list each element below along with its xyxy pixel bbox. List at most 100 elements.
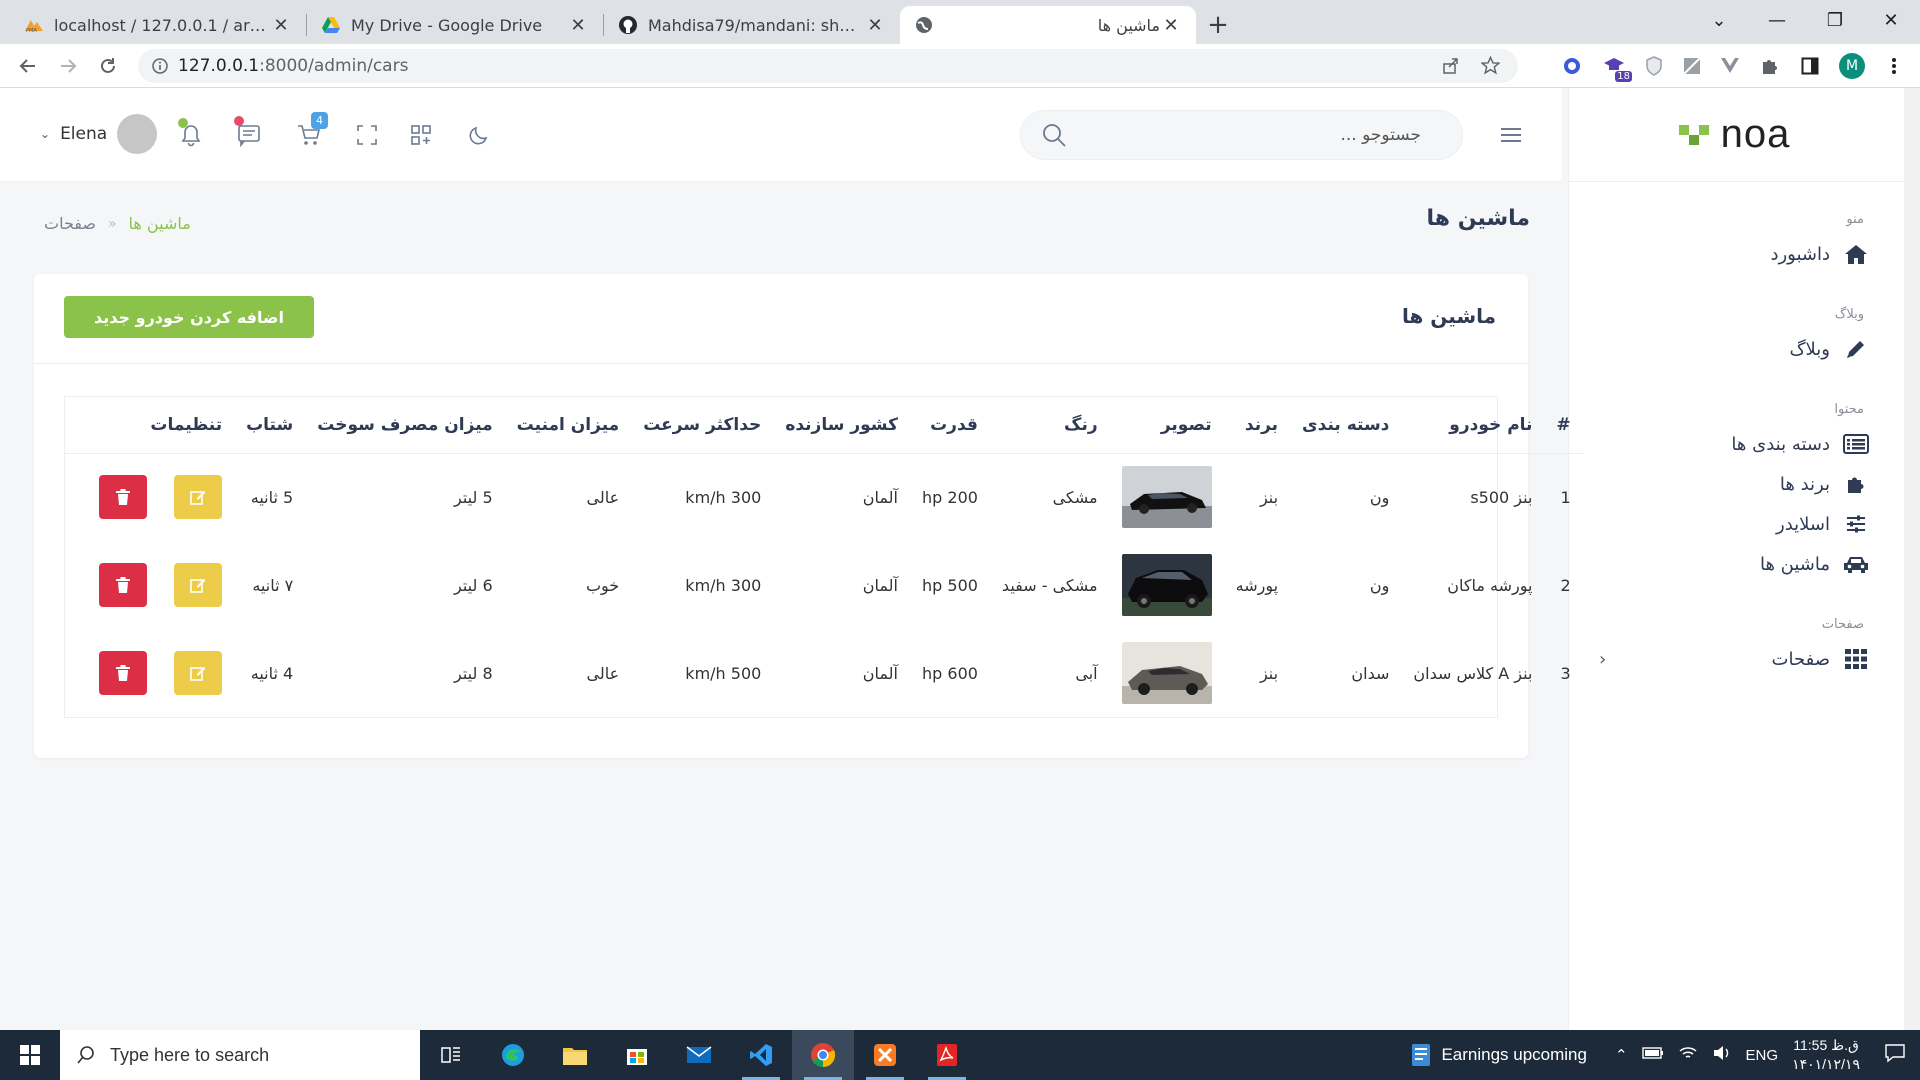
sidebar-item-brands[interactable]: برند ها	[1569, 457, 1904, 497]
notifications-icon[interactable]	[1884, 1043, 1906, 1067]
cell-top-speed: km/h 300	[685, 487, 762, 507]
search-input[interactable]	[1081, 119, 1421, 151]
breadcrumb: ماشین ها « صفحات	[44, 214, 191, 233]
more-menu-icon[interactable]	[1880, 52, 1908, 80]
sidebar-item-label: صفحات	[1771, 648, 1830, 670]
browser-tab[interactable]: PMA localhost / 127.0.0.1 / arvand | ph …	[10, 6, 306, 44]
add-car-button[interactable]: اضافه کردن خودرو جدید	[64, 296, 314, 338]
forward-button[interactable]	[48, 46, 88, 86]
reload-button[interactable]	[88, 46, 128, 86]
browser-tab-active[interactable]: ماشین ها ✕	[900, 6, 1196, 44]
cell-fuel: 8 لیتر	[454, 663, 493, 683]
info-icon[interactable]	[152, 58, 168, 74]
file-explorer-icon[interactable]	[544, 1030, 606, 1080]
edit-button[interactable]	[174, 475, 223, 520]
close-icon[interactable]: ✕	[864, 15, 886, 36]
edge-icon[interactable]	[482, 1030, 544, 1080]
wifi-icon[interactable]	[1678, 1045, 1698, 1065]
windows-start-icon[interactable]	[0, 1030, 60, 1080]
new-tab-button[interactable]: +	[1196, 6, 1240, 44]
close-icon[interactable]: ✕	[270, 15, 292, 36]
moon-icon[interactable]	[462, 118, 496, 152]
cell-color: آبی	[1075, 663, 1098, 683]
battery-icon[interactable]	[1641, 1046, 1664, 1064]
puzzle-icon[interactable]	[1756, 52, 1784, 80]
browser-tab[interactable]: Mahdisa79/mandani: shoping we ✕	[604, 6, 900, 44]
chevron-up-icon[interactable]: ⌃	[1615, 1046, 1628, 1064]
sidebar-item-slider[interactable]: اسلایدر	[1569, 497, 1904, 537]
search-icon	[77, 1046, 94, 1064]
xampp-icon[interactable]	[854, 1030, 916, 1080]
weather-widget[interactable]: Earnings upcoming	[1411, 1043, 1587, 1067]
share-icon[interactable]	[1442, 57, 1460, 80]
minimize-button[interactable]: —	[1748, 0, 1806, 40]
close-icon[interactable]: ✕	[567, 15, 589, 36]
cell-safety: عالی	[586, 663, 620, 683]
edit-button[interactable]	[174, 651, 223, 695]
scrollbar[interactable]	[1904, 88, 1920, 1030]
column-header: کشور سازنده	[773, 397, 910, 454]
browser-toolbar: 127.0.0.1:8000/admin/cars 18 M	[0, 44, 1920, 88]
column-header: میزان امنیت	[504, 397, 632, 454]
column-header: #	[1544, 397, 1583, 454]
acrobat-icon[interactable]	[916, 1030, 978, 1080]
clock[interactable]: 11:55 ق.ظ ۱۴۰۱/۱۲/۱۹	[1792, 1036, 1860, 1074]
address-bar[interactable]: 127.0.0.1:8000/admin/cars	[138, 49, 1518, 83]
bell-icon[interactable]	[174, 118, 208, 152]
delete-button[interactable]	[99, 651, 147, 695]
menu-toggle-icon[interactable]	[1494, 120, 1528, 150]
shield-icon[interactable]	[1640, 52, 1668, 80]
cart-icon[interactable]: 4	[292, 112, 328, 152]
delete-button[interactable]	[99, 563, 147, 607]
card-title: ماشین ها	[1401, 304, 1496, 328]
cell-country: آلمان	[862, 575, 898, 595]
sidebar-item-categories[interactable]: دسته بندی ها	[1569, 417, 1904, 457]
profile-avatar[interactable]: M	[1838, 52, 1866, 80]
cell-actions	[65, 453, 234, 541]
trash-icon	[116, 665, 130, 681]
search-icon[interactable]	[1041, 122, 1067, 152]
square-extension-icon[interactable]	[1678, 52, 1706, 80]
edit-button[interactable]	[174, 563, 223, 607]
apps-grid-icon[interactable]	[404, 118, 438, 152]
cell-image	[1110, 453, 1224, 541]
sidebar-item-cars[interactable]: ماشین ها	[1569, 537, 1904, 577]
logo-mark-icon	[1678, 124, 1709, 145]
delete-button[interactable]	[99, 475, 147, 520]
close-window-button[interactable]: ✕	[1862, 0, 1920, 40]
tab-search-button[interactable]: ⌄	[1690, 0, 1748, 40]
chrome-icon[interactable]	[792, 1030, 854, 1080]
maximize-button[interactable]: ❐	[1806, 0, 1864, 40]
brand-logo[interactable]: noa	[1569, 88, 1904, 182]
browser-tab[interactable]: My Drive - Google Drive ✕	[307, 6, 603, 44]
list-icon	[1842, 430, 1870, 458]
extension-badge: 18	[1615, 71, 1632, 82]
cell-brand: بنز	[1259, 487, 1279, 507]
vue-devtools-icon[interactable]	[1716, 52, 1744, 80]
store-icon[interactable]	[606, 1030, 668, 1080]
side-panel-icon[interactable]	[1796, 52, 1824, 80]
logo-text: noa	[1720, 112, 1791, 156]
language-indicator[interactable]: ENG	[1746, 1047, 1779, 1064]
breadcrumb-root[interactable]: صفحات	[44, 214, 96, 233]
phpmyadmin-icon: PMA	[24, 15, 44, 35]
bookmark-star-icon[interactable]	[1480, 55, 1501, 80]
column-header: تنظیمات	[65, 397, 235, 454]
back-button[interactable]	[8, 46, 48, 86]
sidebar-item-blog[interactable]: وبلاگ	[1569, 322, 1904, 362]
sidebar-item-dashboard[interactable]: داشبورد	[1569, 227, 1904, 267]
vscode-icon[interactable]	[730, 1030, 792, 1080]
user-menu[interactable]: ⌄ Elena	[40, 114, 158, 154]
cell-fuel: 6 لیتر	[454, 575, 493, 595]
message-icon[interactable]	[232, 116, 266, 152]
close-icon[interactable]: ✕	[1160, 15, 1182, 36]
fullscreen-icon[interactable]	[350, 118, 384, 152]
volume-icon[interactable]	[1712, 1045, 1732, 1065]
task-view-icon[interactable]	[420, 1030, 482, 1080]
graduation-cap-icon[interactable]: 18	[1600, 52, 1632, 82]
extension-circle-icon[interactable]	[1558, 52, 1586, 80]
avatar[interactable]	[117, 114, 158, 154]
sidebar-item-pages[interactable]: صفحات ‹	[1569, 632, 1904, 672]
mail-icon[interactable]	[668, 1030, 730, 1080]
taskbar-search-box[interactable]: Type here to search	[60, 1030, 420, 1080]
